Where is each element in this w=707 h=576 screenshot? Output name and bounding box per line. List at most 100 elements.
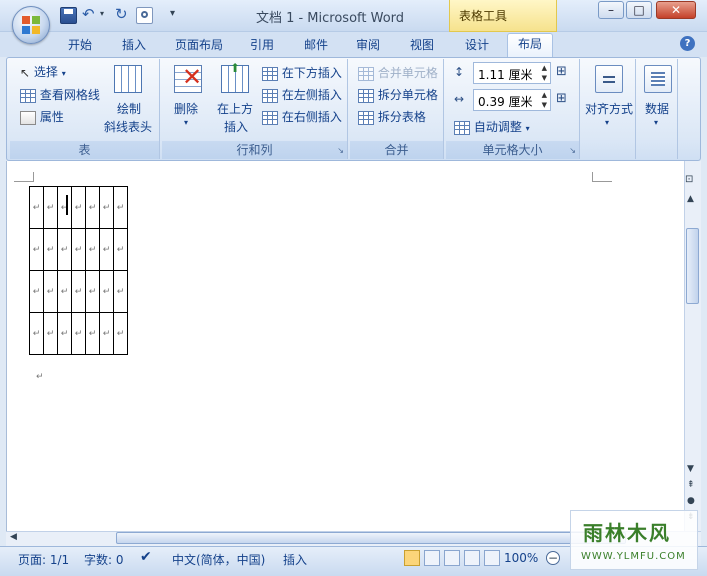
table-cell[interactable]: ↵ <box>99 186 114 229</box>
up-arrow-icon: ⬆ <box>230 61 241 75</box>
text-cursor <box>66 195 68 215</box>
split-cells-icon <box>358 88 374 103</box>
redo-icon[interactable]: ↻ <box>115 5 128 23</box>
scroll-up-icon[interactable]: ▲ <box>687 194 694 204</box>
table-cell[interactable]: ↵ <box>113 312 128 355</box>
table-cell[interactable]: ↵ <box>99 270 114 313</box>
autofit-icon <box>454 120 470 135</box>
table-cell[interactable]: ↵ <box>57 228 72 271</box>
watermark-url: WWW.YLMFU.COM <box>581 551 686 562</box>
undo-icon[interactable]: ↶ <box>82 5 95 23</box>
table-cell[interactable]: ↵ <box>113 270 128 313</box>
spinner-arrows-icon[interactable]: ▲ ▼ <box>542 63 547 83</box>
draw-diagonal-header-button[interactable]: 绘制 斜线表头 <box>104 63 154 135</box>
tab-view[interactable]: 视图 <box>400 35 444 57</box>
insert-below-label: 在下方插入 <box>281 66 342 80</box>
table-cell[interactable]: ↵ <box>43 228 58 271</box>
office-button[interactable] <box>12 6 50 44</box>
table-cell[interactable]: ↵ <box>113 228 128 271</box>
table-cell[interactable]: ↵ <box>99 312 114 355</box>
table-cell[interactable]: ↵ <box>29 312 44 355</box>
close-button[interactable]: ✕ <box>656 1 696 19</box>
dialog-launcher-icon[interactable]: ↘ <box>337 146 344 155</box>
autofit-button[interactable]: 自动调整 ▾ <box>454 118 530 135</box>
table-cell[interactable]: ↵ <box>43 312 58 355</box>
table-cell[interactable]: ↵ <box>43 270 58 313</box>
undo-dropdown-icon[interactable]: ▾ <box>100 9 104 18</box>
tab-mailings[interactable]: 邮件 <box>294 35 338 57</box>
insert-above-button[interactable]: ⬆ 在上方 插入 <box>214 61 256 135</box>
tab-review[interactable]: 审阅 <box>346 35 390 57</box>
delete-button[interactable]: ✕ 删除 ▾ <box>168 63 208 135</box>
table-cell[interactable]: ↵ <box>29 270 44 313</box>
table-cell[interactable]: ↵ <box>29 186 44 229</box>
table-cell[interactable]: ↵ <box>57 312 72 355</box>
column-width-spinner[interactable]: 0.39 厘米 ▲ ▼ <box>473 89 551 111</box>
customize-qat-icon[interactable]: ▾ <box>170 8 175 19</box>
merge-cells-button[interactable]: 合并单元格 <box>358 64 438 81</box>
previous-page-icon[interactable]: ⇞ <box>687 480 695 490</box>
insert-left-button[interactable]: 在左侧插入 <box>262 86 342 103</box>
distribute-columns-icon[interactable]: ⊞ <box>556 91 567 106</box>
vertical-scroll-thumb[interactable] <box>686 228 699 304</box>
tab-page-layout[interactable]: 页面布局 <box>166 35 232 57</box>
vertical-scrollbar[interactable] <box>684 161 701 531</box>
table-cell[interactable]: ↵ <box>85 312 100 355</box>
table-cell[interactable]: ↵ <box>71 270 86 313</box>
distribute-rows-icon[interactable]: ⊞ <box>556 64 567 79</box>
document-table[interactable]: ↵ ↵ ↵ ↵ ↵ ↵ ↵ ↵ ↵ ↵ ↵ ↵ ↵ ↵ ↵ ↵ ↵ ↵ ↵ ↵ ↵ ↵ ↵ ↵ ↵ ↵ ↵ ↵ <box>29 186 128 355</box>
table-cell[interactable]: ↵ <box>85 186 100 229</box>
language-status[interactable]: 中文(简体，中国) <box>172 551 265 568</box>
cell-size-launcher-icon[interactable]: ↘ <box>569 146 576 155</box>
properties-button[interactable]: 属性 <box>20 108 64 125</box>
table-cell[interactable]: ↵ <box>71 312 86 355</box>
table-cell[interactable]: ↵ <box>85 270 100 313</box>
scroll-down-icon[interactable]: ▼ <box>687 464 694 474</box>
proofing-icon[interactable]: ✔ <box>140 549 152 565</box>
minimize-button[interactable]: – <box>598 1 624 19</box>
split-cells-button[interactable]: 拆分单元格 <box>358 86 438 103</box>
tab-references[interactable]: 引用 <box>240 35 284 57</box>
maximize-button[interactable]: □ <box>626 1 652 19</box>
word-count[interactable]: 字数: 0 <box>84 551 124 568</box>
insert-below-button[interactable]: 在下方插入 <box>262 64 342 81</box>
table-cell[interactable]: ↵ <box>29 228 44 271</box>
tab-home[interactable]: 开始 <box>58 35 102 57</box>
table-cell[interactable]: ↵ <box>85 228 100 271</box>
tab-layout[interactable]: 布局 <box>507 33 553 57</box>
spinner-arrows-icon[interactable]: ▲ ▼ <box>542 90 547 110</box>
view-gridlines-label: 查看网格线 <box>39 88 100 102</box>
zoom-out-icon[interactable]: − <box>546 551 560 565</box>
outline-view-icon[interactable] <box>464 550 480 566</box>
horizontal-scroll-thumb[interactable] <box>116 532 626 544</box>
delete-label: 删除 <box>174 102 199 116</box>
insert-left-label: 在左侧插入 <box>281 88 342 102</box>
table-cell[interactable]: ↵ <box>71 186 86 229</box>
zoom-level[interactable]: 100% <box>504 551 538 565</box>
row-height-spinner[interactable]: 1.11 厘米 ▲ ▼ <box>473 62 551 84</box>
insert-mode-status[interactable]: 插入 <box>283 551 307 568</box>
print-layout-view-icon[interactable] <box>404 550 420 566</box>
tab-design[interactable]: 设计 <box>455 35 499 57</box>
table-cell[interactable]: ↵ <box>71 228 86 271</box>
help-icon[interactable]: ? <box>680 36 695 51</box>
data-button[interactable]: 数据 ▾ <box>640 63 676 153</box>
alignment-button[interactable]: 对齐方式 ▾ <box>585 63 633 153</box>
view-gridlines-button[interactable]: 查看网格线 <box>20 86 100 103</box>
select-browse-object-icon[interactable]: ● <box>687 496 695 506</box>
web-layout-icon[interactable] <box>444 550 460 566</box>
ruler-toggle-icon[interactable]: ⊡ <box>685 174 693 185</box>
table-cell[interactable]: ↵ <box>57 270 72 313</box>
table-cell[interactable]: ↵ <box>99 228 114 271</box>
page-count[interactable]: 页面: 1/1 <box>18 551 69 568</box>
table-cell[interactable]: ↵ <box>57 186 72 229</box>
draft-view-icon[interactable] <box>484 550 500 566</box>
insert-right-button[interactable]: 在右侧插入 <box>262 108 342 125</box>
split-table-button[interactable]: 拆分表格 <box>358 108 426 125</box>
tab-insert[interactable]: 插入 <box>112 35 156 57</box>
table-cell[interactable]: ↵ <box>113 186 128 229</box>
select-button[interactable]: ↖ 选择 ▾ <box>20 63 66 80</box>
table-cell[interactable]: ↵ <box>43 186 58 229</box>
full-screen-reading-icon[interactable] <box>424 550 440 566</box>
scroll-left-icon[interactable]: ◀ <box>10 532 17 542</box>
